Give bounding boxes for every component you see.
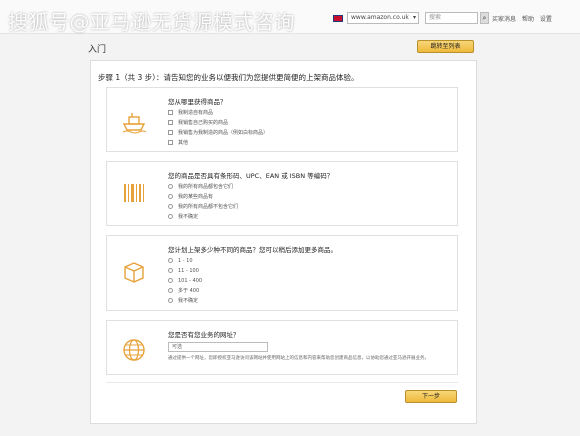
option-label: 我不确定 <box>178 298 199 304</box>
skip-to-listing-button[interactable]: 跳转至列表 <box>417 40 474 53</box>
radio[interactable] <box>168 298 173 303</box>
option-11-100[interactable]: 11 - 100 <box>168 267 199 275</box>
option-label: 我不确定 <box>178 214 199 220</box>
option-over-400[interactable]: 多于 400 <box>168 287 199 295</box>
question-website: 您是否有您业务的网址？ 可选 通过提供一个网址，您即授权亚马逊访问该网站并使用网… <box>106 320 458 375</box>
question-title: 您从哪里获得商品？ <box>168 98 227 106</box>
box-icon <box>124 262 144 283</box>
option-label: 其他 <box>178 140 189 146</box>
top-link-settings[interactable]: 设置 <box>540 16 552 23</box>
radio[interactable] <box>168 278 173 283</box>
website-url-input[interactable]: 可选 <box>168 342 268 352</box>
radio[interactable] <box>168 184 173 189</box>
question-product-source: 您从哪里获得商品？ 我制造自有商品 我销售自己购买的商品 我销售为我制造的商品（… <box>106 87 458 152</box>
question-title: 您是否有您业务的网址？ <box>168 331 240 339</box>
checkbox[interactable] <box>168 130 173 135</box>
option-label: 11 - 100 <box>178 268 199 274</box>
search-icon: ⌕ <box>482 14 487 22</box>
question-title: 您计划上架多少种不同的商品？您可以稍后添加更多商品。 <box>168 246 337 254</box>
question-product-count: 您计划上架多少种不同的商品？您可以稍后添加更多商品。 1 - 10 11 - 1… <box>106 235 458 311</box>
step-heading: 步骤 1（共 3 步）：请告知您的业务以便我们为您提供更简便的上架商品体验。 <box>98 73 359 82</box>
option-1-10[interactable]: 1 - 10 <box>168 257 193 265</box>
option-label: 我的所有商品都包含它们 <box>178 184 234 190</box>
radio[interactable] <box>168 288 173 293</box>
page-title: 入门 <box>88 45 107 55</box>
checkbox[interactable] <box>168 140 173 145</box>
search-input[interactable]: 搜索 <box>425 12 478 24</box>
option-label: 我制造自有商品 <box>178 110 214 116</box>
checkbox[interactable] <box>168 110 173 115</box>
top-links: 买家消息 帮助 设置 <box>492 14 556 23</box>
option-label: 我销售为我制造的商品（例如白标商品） <box>178 130 269 136</box>
option-all-have[interactable]: 我的所有商品都包含它们 <box>168 183 233 191</box>
option-not-sure[interactable]: 我不确定 <box>168 297 198 305</box>
search-button[interactable]: ⌕ <box>480 12 489 24</box>
radio[interactable] <box>168 204 173 209</box>
checkbox[interactable] <box>168 120 173 125</box>
watermark-text: 搜狐号@亚马逊无货源模式咨询 <box>8 10 295 34</box>
marketplace-select-value: www.amazon.co.uk <box>351 14 409 21</box>
top-link-help[interactable]: 帮助 <box>522 16 534 23</box>
option-101-400[interactable]: 101 - 400 <box>168 277 202 285</box>
globe-icon <box>123 339 145 361</box>
question-barcode: 您的商品是否具有条形码、UPC、EAN 或 ISBN 等编码？ 我的所有商品都包… <box>106 161 458 226</box>
option-manufacture[interactable]: 我制造自有商品 <box>168 109 213 117</box>
option-not-sure[interactable]: 我不确定 <box>168 213 198 221</box>
question-title: 您的商品是否具有条形码、UPC、EAN 或 ISBN 等编码？ <box>168 172 334 180</box>
barcode-icon <box>124 184 144 202</box>
option-label: 我的某些商品有 <box>178 194 214 200</box>
option-white-label[interactable]: 我销售为我制造的商品（例如白标商品） <box>168 129 268 137</box>
uk-flag-icon <box>333 15 343 22</box>
marketplace-select[interactable]: www.amazon.co.uk ▾ <box>347 12 419 24</box>
radio[interactable] <box>168 214 173 219</box>
option-other[interactable]: 其他 <box>168 139 188 147</box>
radio[interactable] <box>168 268 173 273</box>
option-some-have[interactable]: 我的某些商品有 <box>168 193 213 201</box>
option-label: 多于 400 <box>178 288 200 294</box>
divider <box>106 382 458 383</box>
option-label: 我的所有商品都不包含它们 <box>178 204 239 210</box>
ship-icon <box>122 113 147 134</box>
option-resell[interactable]: 我销售自己购买的商品 <box>168 119 228 127</box>
radio[interactable] <box>168 258 173 263</box>
option-label: 我销售自己购买的商品 <box>178 120 229 126</box>
next-button[interactable]: 下一步 <box>405 390 457 403</box>
radio[interactable] <box>168 194 173 199</box>
option-label: 1 - 10 <box>178 258 193 264</box>
top-link-messages[interactable]: 买家消息 <box>492 16 516 23</box>
option-label: 101 - 400 <box>178 278 203 284</box>
website-help-text: 通过提供一个网址，您即授权亚马逊访问该网站并使用网站上的信息和内容来帮助您创建商… <box>168 356 429 361</box>
option-none-have[interactable]: 我的所有商品都不包含它们 <box>168 203 238 211</box>
chevron-down-icon: ▾ <box>412 14 416 21</box>
